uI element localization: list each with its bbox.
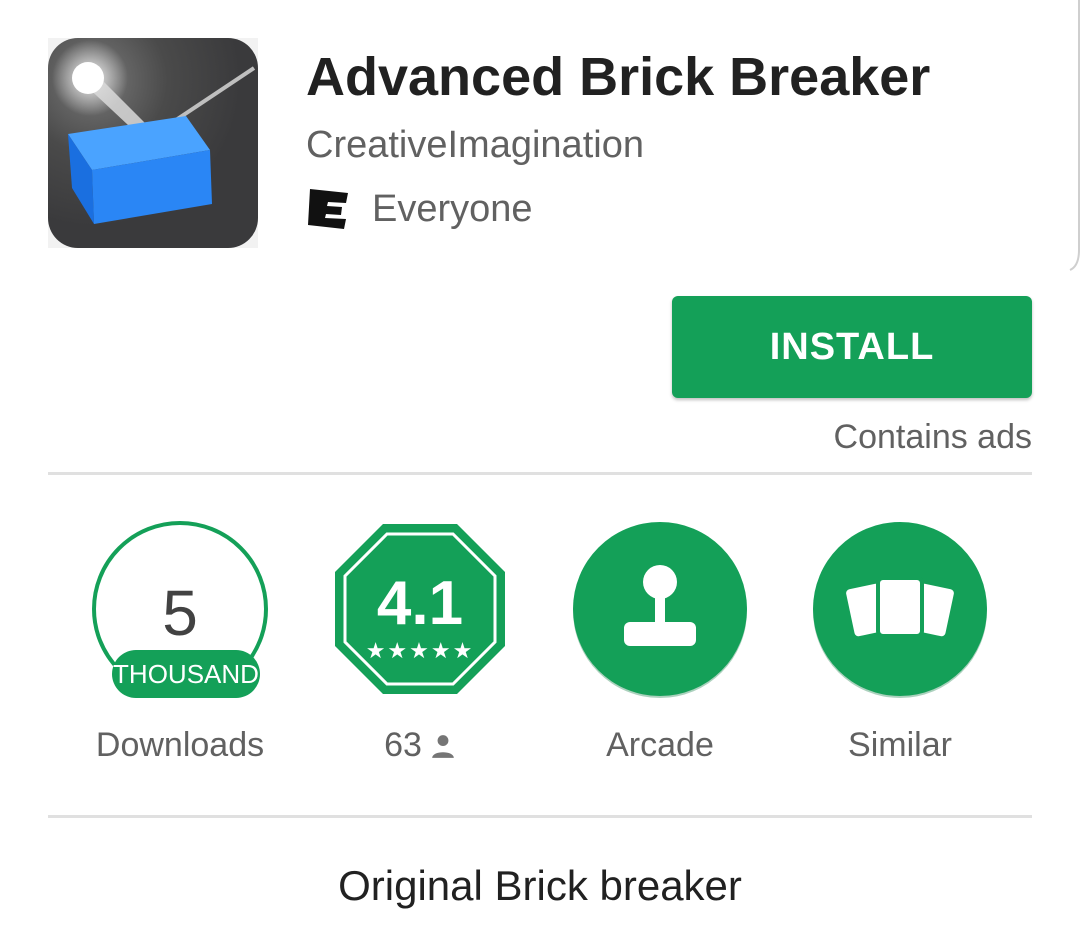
contains-ads-note: Contains ads	[833, 418, 1032, 456]
divider-bottom	[48, 815, 1032, 818]
rating-value: 4.1	[376, 569, 464, 638]
app-icon	[48, 38, 258, 248]
install-button[interactable]: INSTALL	[672, 296, 1032, 398]
downloads-number: 5	[162, 577, 198, 649]
app-short-description[interactable]: Original Brick breaker	[0, 862, 1080, 910]
scroll-edge	[1069, 0, 1080, 271]
downloads-unit-pill: THOUSAND	[112, 650, 260, 698]
stat-similar[interactable]: Similar	[800, 520, 1000, 780]
rating-count: 63	[320, 726, 520, 765]
content-rating: Everyone	[306, 186, 533, 232]
stat-rating[interactable]: 4.1 ★★★★★ 63	[320, 520, 520, 780]
content-rating-label: Everyone	[372, 187, 533, 230]
similar-cards-icon	[846, 576, 954, 638]
rating-stars: ★★★★★	[365, 638, 475, 663]
person-icon	[432, 734, 454, 758]
stat-downloads: 5 THOUSAND Downloads	[80, 520, 280, 780]
divider-top	[48, 472, 1032, 475]
similar-label: Similar	[848, 726, 952, 764]
esrb-everyone-icon	[308, 189, 348, 229]
app-title: Advanced Brick Breaker	[306, 47, 931, 107]
downloads-label: Downloads	[95, 726, 265, 764]
stat-category[interactable]: Arcade	[560, 520, 760, 780]
rating-count-value: 63	[384, 726, 422, 764]
developer-name[interactable]: CreativeImagination	[306, 124, 644, 167]
category-label: Arcade	[606, 726, 714, 764]
joystick-icon	[624, 565, 696, 646]
